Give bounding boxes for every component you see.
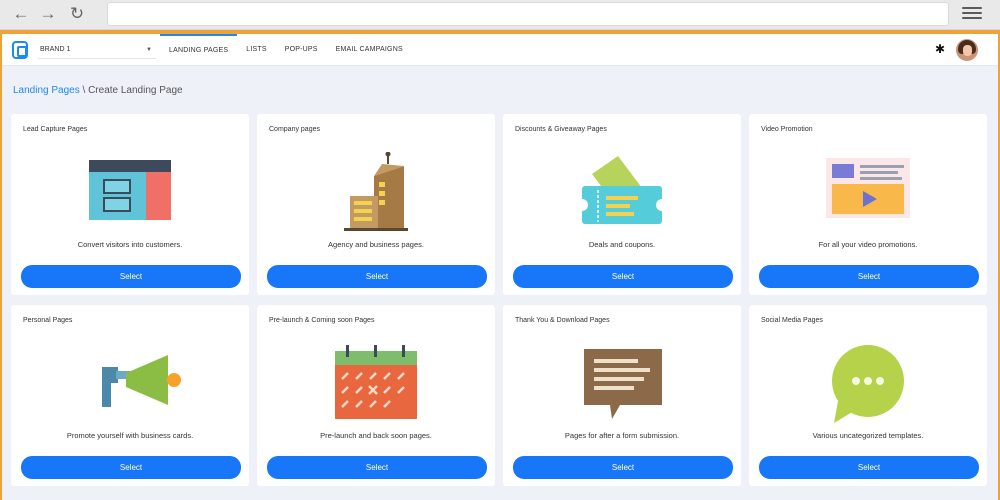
address-bar[interactable] bbox=[107, 2, 949, 26]
nav-links: LANDING PAGES LISTS POP-UPS EMAIL CAMPAI… bbox=[160, 34, 412, 66]
category-card: Thank You & Download Pages Pages for aft… bbox=[503, 305, 741, 486]
ticket-icon bbox=[576, 156, 668, 224]
message-icon bbox=[584, 349, 662, 419]
caret-down-icon: ▼ bbox=[146, 47, 152, 53]
card-description: Promote yourself with business cards. bbox=[66, 431, 194, 440]
gear-icon[interactable]: ✱ bbox=[934, 42, 946, 56]
card-description: For all your video promotions. bbox=[818, 240, 918, 249]
category-card: Personal Pages Promote yourself with bus… bbox=[11, 305, 249, 486]
breadcrumb-separator: \ bbox=[79, 85, 89, 96]
nav-link-landing-pages[interactable]: LANDING PAGES bbox=[160, 34, 238, 66]
card-title: Pre-launch & Coming soon Pages bbox=[269, 317, 375, 324]
megaphone-icon bbox=[102, 355, 181, 407]
card-description: Agency and business pages. bbox=[328, 240, 424, 249]
calendar-icon bbox=[335, 345, 417, 419]
category-card: Social Media Pages Various uncategorized… bbox=[749, 305, 987, 486]
select-button[interactable]: Select bbox=[513, 265, 733, 288]
select-button[interactable]: Select bbox=[21, 265, 241, 288]
card-title: Company pages bbox=[269, 126, 320, 133]
category-card: Discounts & Giveaway Pages Deals and cou… bbox=[503, 114, 741, 295]
category-card: Pre-launch & Coming soon Pages Pre-launc… bbox=[257, 305, 495, 486]
select-button[interactable]: Select bbox=[21, 456, 241, 479]
category-card: Company pages Agency and business pages.… bbox=[257, 114, 495, 295]
breadcrumb: Landing Pages \ Create Landing Page bbox=[13, 85, 183, 96]
card-description: Pre-launch and back soon pages. bbox=[320, 431, 432, 440]
avatar[interactable] bbox=[956, 39, 978, 61]
hamburger-icon[interactable] bbox=[962, 4, 982, 24]
app-window: BRAND 1 ▼ LANDING PAGES LISTS POP-UPS EM… bbox=[2, 34, 998, 500]
nav-link-lists[interactable]: LISTS bbox=[237, 34, 275, 66]
app-logo-icon[interactable] bbox=[12, 41, 28, 59]
lead-capture-illustration-icon bbox=[89, 160, 171, 220]
top-navigation: BRAND 1 ▼ LANDING PAGES LISTS POP-UPS EM… bbox=[2, 34, 998, 66]
select-button[interactable]: Select bbox=[267, 456, 487, 479]
brand-selector[interactable]: BRAND 1 ▼ bbox=[38, 41, 156, 59]
card-title: Discounts & Giveaway Pages bbox=[515, 126, 607, 133]
card-description: Pages for after a form submission. bbox=[564, 431, 680, 440]
template-category-grid: Lead Capture Pages Convert visitors into… bbox=[11, 114, 987, 486]
back-arrow-icon[interactable]: ← bbox=[10, 3, 32, 25]
brand-selector-label: BRAND 1 bbox=[40, 46, 71, 53]
card-description: Deals and coupons. bbox=[588, 240, 656, 249]
chat-bubble-icon bbox=[832, 345, 904, 423]
select-button[interactable]: Select bbox=[759, 265, 979, 288]
card-title: Video Promotion bbox=[761, 126, 813, 133]
select-button[interactable]: Select bbox=[267, 265, 487, 288]
select-button[interactable]: Select bbox=[513, 456, 733, 479]
card-title: Social Media Pages bbox=[761, 317, 823, 324]
browser-toolbar: ← → ↻ bbox=[0, 0, 1000, 30]
category-card: Video Promotion For all your video promo… bbox=[749, 114, 987, 295]
reload-icon[interactable]: ↻ bbox=[66, 3, 88, 25]
building-icon bbox=[344, 152, 408, 231]
breadcrumb-current: Create Landing Page bbox=[88, 85, 183, 96]
card-title: Personal Pages bbox=[23, 317, 73, 324]
select-button[interactable]: Select bbox=[759, 456, 979, 479]
card-title: Thank You & Download Pages bbox=[515, 317, 610, 324]
nav-link-pop-ups[interactable]: POP-UPS bbox=[276, 34, 327, 66]
card-description: Various uncategorized templates. bbox=[812, 431, 924, 440]
card-title: Lead Capture Pages bbox=[23, 126, 88, 133]
card-description: Convert visitors into customers. bbox=[77, 240, 183, 249]
category-card: Lead Capture Pages Convert visitors into… bbox=[11, 114, 249, 295]
breadcrumb-link-landing-pages[interactable]: Landing Pages bbox=[13, 85, 80, 96]
nav-link-email-campaigns[interactable]: EMAIL CAMPAIGNS bbox=[327, 34, 412, 66]
video-promotion-icon bbox=[826, 158, 910, 218]
forward-arrow-icon[interactable]: → bbox=[37, 3, 59, 25]
